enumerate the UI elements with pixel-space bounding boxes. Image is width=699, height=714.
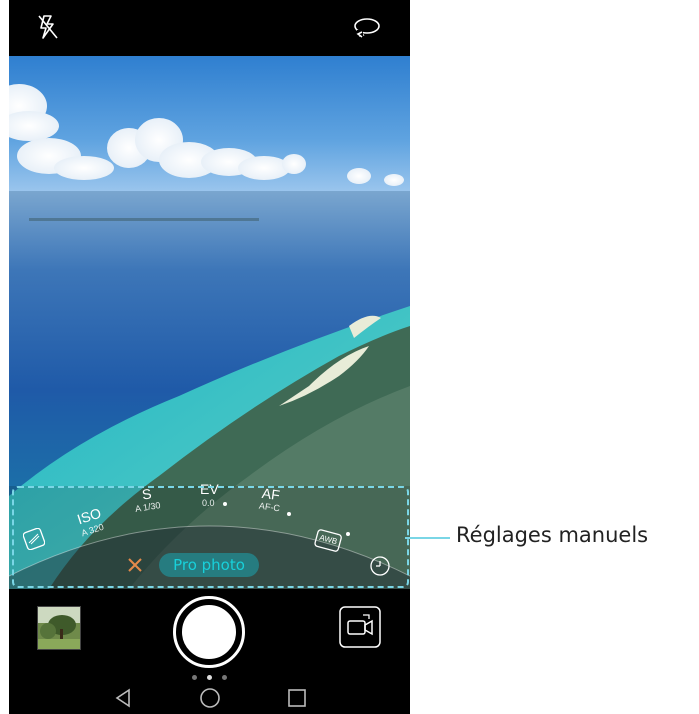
manual-settings-highlight — [12, 486, 409, 588]
flash-off-icon[interactable] — [31, 10, 65, 44]
camera-screen: ISO A 320 S A 1/30 EV 0.0 AF AF-C AWB Pr… — [9, 0, 410, 714]
page-dot-1 — [192, 675, 197, 680]
bottom-controls — [9, 589, 410, 714]
callout-line — [405, 537, 450, 539]
page-dot-3 — [222, 675, 227, 680]
callout-label: Réglages manuels — [456, 523, 649, 547]
switch-camera-icon[interactable] — [350, 12, 384, 42]
video-icon[interactable] — [339, 606, 381, 648]
page-dot-2 — [207, 675, 212, 680]
gallery-thumbnail[interactable] — [37, 606, 81, 650]
navigation-bar — [9, 684, 410, 714]
nav-recent-icon[interactable] — [285, 686, 309, 710]
shutter-button-inner — [180, 603, 238, 661]
nav-back-icon[interactable] — [111, 686, 135, 710]
shutter-button[interactable] — [173, 596, 245, 668]
nav-home-icon[interactable] — [198, 686, 222, 710]
top-bar — [9, 0, 410, 56]
